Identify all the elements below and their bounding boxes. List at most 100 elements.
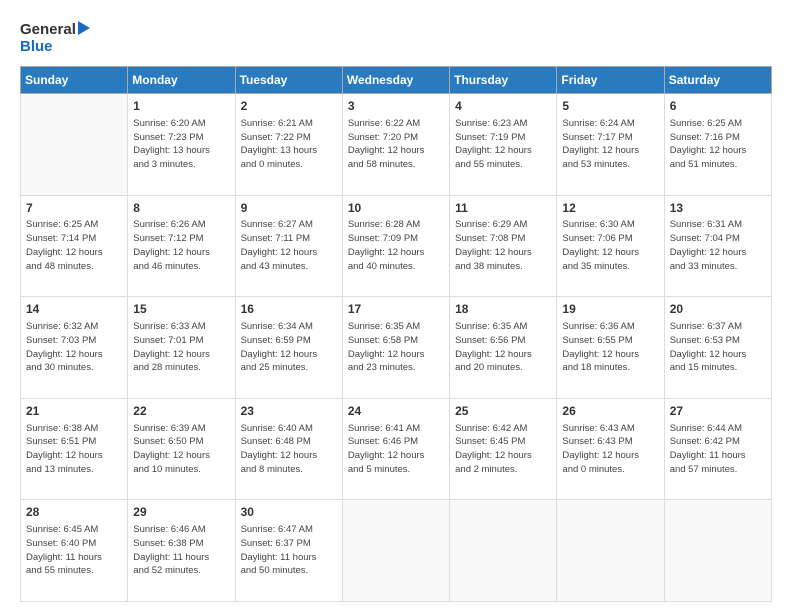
day-number: 17 [348,301,444,318]
calendar-cell: 16 Sunrise: 6:34 AMSunset: 6:59 PMDayligh… [235,297,342,399]
calendar-cell: 10Sunrise: 6:28 AMSunset: 7:09 PMDayligh… [342,195,449,297]
day-number: 25 [455,403,551,420]
calendar-week-1: 1 Sunrise: 6:20 AMSunset: 7:23 PMDaylight… [21,94,772,196]
calendar-cell [664,500,771,602]
day-number: 5 [562,98,658,115]
day-info: Sunrise: 6:34 AMSunset: 6:59 PMDaylight:… [241,320,337,375]
day-number: 4 [455,98,551,115]
day-number: 30 [241,504,337,521]
calendar-cell: 21 Sunrise: 6:38 AMSunset: 6:51 PMDayligh… [21,398,128,500]
calendar-cell [557,500,664,602]
day-number: 8 [133,200,229,217]
day-info: Sunrise: 6:32 AMSunset: 7:03 PMDaylight:… [26,320,122,375]
day-number: 19 [562,301,658,318]
weekday-header-row: SundayMondayTuesdayWednesdayThursdayFrid… [21,67,772,94]
svg-text:Blue: Blue [20,38,53,55]
day-info: Sunrise: 6:44 AMSunset: 6:42 PMDaylight:… [670,422,766,477]
day-info: Sunrise: 6:33 AMSunset: 7:01 PMDaylight:… [133,320,229,375]
calendar-cell: 24 Sunrise: 6:41 AMSunset: 6:46 PMDayligh… [342,398,449,500]
day-number: 3 [348,98,444,115]
calendar-cell [21,94,128,196]
day-info: Sunrise: 6:25 AMSunset: 7:16 PMDaylight:… [670,117,766,172]
day-info: Sunrise: 6:35 AMSunset: 6:56 PMDaylight:… [455,320,551,375]
calendar-cell: 11Sunrise: 6:29 AMSunset: 7:08 PMDayligh… [450,195,557,297]
weekday-header-tuesday: Tuesday [235,67,342,94]
weekday-header-saturday: Saturday [664,67,771,94]
day-number: 27 [670,403,766,420]
day-info: Sunrise: 6:24 AMSunset: 7:17 PMDaylight:… [562,117,658,172]
day-number: 24 [348,403,444,420]
weekday-header-monday: Monday [128,67,235,94]
day-number: 22 [133,403,229,420]
calendar-cell: 3 Sunrise: 6:22 AMSunset: 7:20 PMDaylight… [342,94,449,196]
day-number: 14 [26,301,122,318]
day-info: Sunrise: 6:38 AMSunset: 6:51 PMDaylight:… [26,422,122,477]
day-number: 11 [455,200,551,217]
day-number: 12 [562,200,658,217]
day-info: Sunrise: 6:27 AMSunset: 7:11 PMDaylight:… [241,218,337,273]
calendar-cell: 7Sunrise: 6:25 AMSunset: 7:14 PMDaylight… [21,195,128,297]
calendar-cell: 26Sunrise: 6:43 AMSunset: 6:43 PMDayligh… [557,398,664,500]
day-number: 1 [133,98,229,115]
svg-text:General: General [20,21,76,38]
calendar-cell [342,500,449,602]
calendar-cell: 6 Sunrise: 6:25 AMSunset: 7:16 PMDaylight… [664,94,771,196]
calendar-week-4: 21 Sunrise: 6:38 AMSunset: 6:51 PMDayligh… [21,398,772,500]
calendar-cell: 18 Sunrise: 6:35 AMSunset: 6:56 PMDayligh… [450,297,557,399]
day-number: 18 [455,301,551,318]
calendar-week-2: 7Sunrise: 6:25 AMSunset: 7:14 PMDaylight… [21,195,772,297]
day-info: Sunrise: 6:20 AMSunset: 7:23 PMDaylight:… [133,117,229,172]
day-info: Sunrise: 6:23 AMSunset: 7:19 PMDaylight:… [455,117,551,172]
day-info: Sunrise: 6:35 AMSunset: 6:58 PMDaylight:… [348,320,444,375]
logo-svg: GeneralBlue [20,16,90,56]
calendar-cell: 14 Sunrise: 6:32 AMSunset: 7:03 PMDayligh… [21,297,128,399]
weekday-header-friday: Friday [557,67,664,94]
calendar-cell: 29 Sunrise: 6:46 AMSunset: 6:38 PMDayligh… [128,500,235,602]
day-number: 15 [133,301,229,318]
header: GeneralBlue [20,16,772,56]
day-info: Sunrise: 6:21 AMSunset: 7:22 PMDaylight:… [241,117,337,172]
calendar-cell: 15 Sunrise: 6:33 AMSunset: 7:01 PMDayligh… [128,297,235,399]
day-info: Sunrise: 6:43 AMSunset: 6:43 PMDaylight:… [562,422,658,477]
day-number: 16 [241,301,337,318]
calendar-cell: 5 Sunrise: 6:24 AMSunset: 7:17 PMDaylight… [557,94,664,196]
day-info: Sunrise: 6:30 AMSunset: 7:06 PMDaylight:… [562,218,658,273]
day-number: 23 [241,403,337,420]
day-info: Sunrise: 6:41 AMSunset: 6:46 PMDaylight:… [348,422,444,477]
day-info: Sunrise: 6:28 AMSunset: 7:09 PMDaylight:… [348,218,444,273]
calendar-cell: 1 Sunrise: 6:20 AMSunset: 7:23 PMDaylight… [128,94,235,196]
calendar-table: SundayMondayTuesdayWednesdayThursdayFrid… [20,66,772,602]
day-info: Sunrise: 6:39 AMSunset: 6:50 PMDaylight:… [133,422,229,477]
day-number: 2 [241,98,337,115]
calendar-cell: 8Sunrise: 6:26 AMSunset: 7:12 PMDaylight… [128,195,235,297]
calendar-cell: 27 Sunrise: 6:44 AMSunset: 6:42 PMDayligh… [664,398,771,500]
calendar-cell: 19 Sunrise: 6:36 AMSunset: 6:55 PMDayligh… [557,297,664,399]
page: GeneralBlue SundayMondayTuesdayWednesday… [0,0,792,612]
weekday-header-sunday: Sunday [21,67,128,94]
calendar-cell: 20 Sunrise: 6:37 AMSunset: 6:53 PMDayligh… [664,297,771,399]
calendar-cell: 9Sunrise: 6:27 AMSunset: 7:11 PMDaylight… [235,195,342,297]
calendar-week-3: 14 Sunrise: 6:32 AMSunset: 7:03 PMDayligh… [21,297,772,399]
day-info: Sunrise: 6:37 AMSunset: 6:53 PMDaylight:… [670,320,766,375]
day-number: 21 [26,403,122,420]
calendar-week-5: 28Sunrise: 6:45 AMSunset: 6:40 PMDayligh… [21,500,772,602]
calendar-cell: 30Sunrise: 6:47 AMSunset: 6:37 PMDayligh… [235,500,342,602]
day-info: Sunrise: 6:46 AMSunset: 6:38 PMDaylight:… [133,523,229,578]
calendar-cell: 23 Sunrise: 6:40 AMSunset: 6:48 PMDayligh… [235,398,342,500]
calendar-cell: 22 Sunrise: 6:39 AMSunset: 6:50 PMDayligh… [128,398,235,500]
day-info: Sunrise: 6:25 AMSunset: 7:14 PMDaylight:… [26,218,122,273]
day-info: Sunrise: 6:45 AMSunset: 6:40 PMDaylight:… [26,523,122,578]
day-number: 9 [241,200,337,217]
day-number: 29 [133,504,229,521]
day-number: 6 [670,98,766,115]
day-number: 7 [26,200,122,217]
day-info: Sunrise: 6:22 AMSunset: 7:20 PMDaylight:… [348,117,444,172]
calendar-cell: 28Sunrise: 6:45 AMSunset: 6:40 PMDayligh… [21,500,128,602]
day-number: 20 [670,301,766,318]
day-info: Sunrise: 6:36 AMSunset: 6:55 PMDaylight:… [562,320,658,375]
day-info: Sunrise: 6:40 AMSunset: 6:48 PMDaylight:… [241,422,337,477]
calendar-cell: 13Sunrise: 6:31 AMSunset: 7:04 PMDayligh… [664,195,771,297]
calendar-cell [450,500,557,602]
calendar-cell: 12Sunrise: 6:30 AMSunset: 7:06 PMDayligh… [557,195,664,297]
logo: GeneralBlue [20,16,90,56]
